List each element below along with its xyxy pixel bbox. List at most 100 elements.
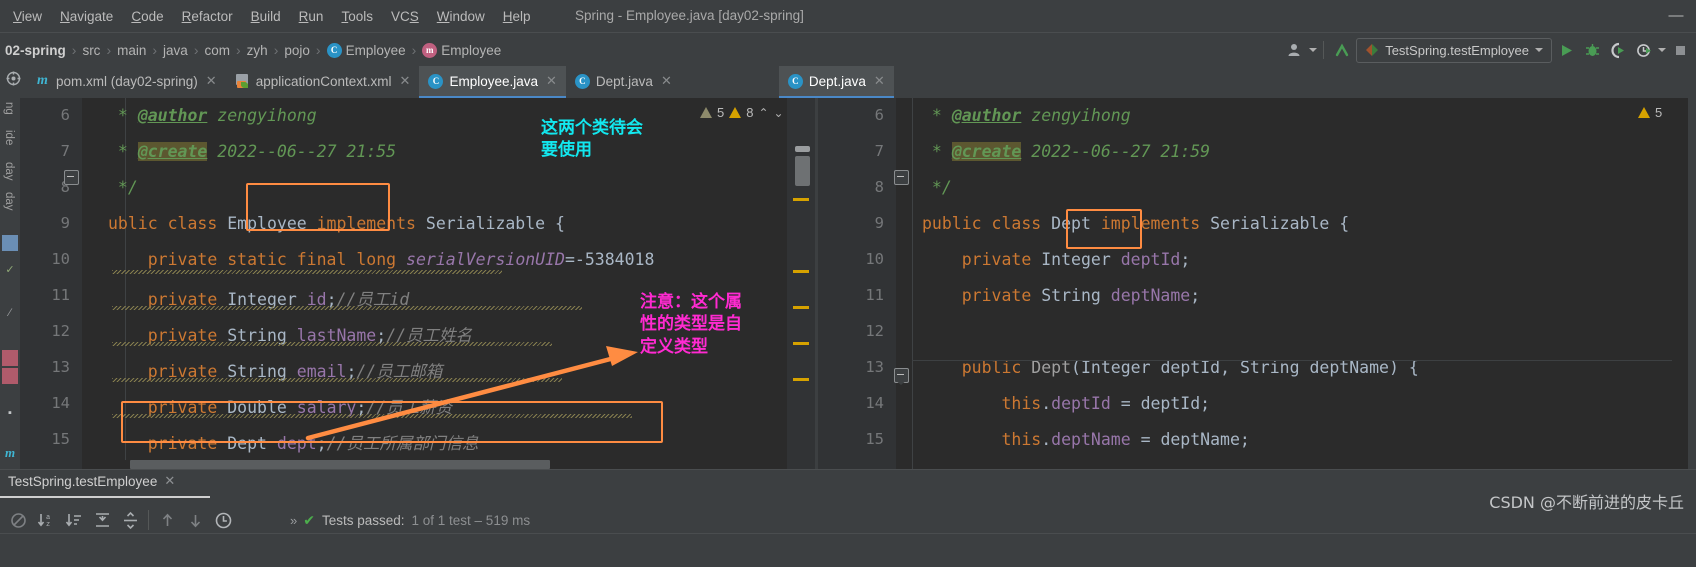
close-icon[interactable]: ✕: [874, 73, 885, 89]
tab-list[interactable]: m pom.xml (day02-spring) ✕ applicationConte…: [26, 66, 894, 98]
next-problem-icon[interactable]: ⌄: [774, 106, 784, 120]
user-icon[interactable]: [1283, 38, 1307, 62]
code-line[interactable]: private String deptName;: [922, 286, 1200, 305]
left-gutter[interactable]: [20, 98, 82, 469]
close-icon[interactable]: ✕: [164, 473, 175, 489]
warning-mark[interactable]: [793, 198, 809, 201]
menu-item-build[interactable]: Build: [242, 5, 290, 28]
menu-item-window[interactable]: Window: [428, 5, 494, 28]
menu-item-code[interactable]: Code: [122, 5, 172, 28]
close-icon[interactable]: ✕: [546, 73, 557, 89]
rerun-icon[interactable]: [4, 506, 32, 534]
expand-output-icon[interactable]: »: [290, 513, 297, 528]
inspection-widget-right[interactable]: 5: [1638, 105, 1662, 120]
tab-employee-java[interactable]: C Employee.java ✕: [419, 66, 566, 98]
close-icon[interactable]: ✕: [400, 73, 411, 89]
project-structure-icon[interactable]: [0, 66, 26, 90]
sort-alpha-icon[interactable]: a z: [32, 506, 60, 534]
breadcrumb-item-main[interactable]: main: [114, 43, 149, 58]
next-failed-icon[interactable]: [181, 506, 209, 534]
run-icon[interactable]: [1554, 38, 1578, 62]
right-scroll-gutter[interactable]: [1688, 98, 1696, 483]
debug-icon[interactable]: [1580, 38, 1604, 62]
fold-marker-comment[interactable]: [64, 170, 79, 185]
code-line[interactable]: this.deptName = deptName;: [922, 430, 1249, 449]
expand-all-icon[interactable]: [88, 506, 116, 534]
menu-item-navigate[interactable]: Navigate: [51, 5, 122, 28]
breadcrumb-item-java[interactable]: java: [160, 43, 191, 58]
fold-marker-comment[interactable]: [894, 170, 909, 185]
minimize-button[interactable]: —: [1666, 0, 1686, 32]
run-tab-testspring[interactable]: TestSpring.testEmployee ✕: [8, 473, 175, 489]
chevron-down-icon[interactable]: [1535, 48, 1543, 52]
close-icon[interactable]: ✕: [661, 73, 672, 89]
inspection-widget-left[interactable]: 5 8 ⌃ ⌄: [700, 105, 784, 120]
run-with-coverage-icon[interactable]: [1606, 38, 1630, 62]
left-analysis-strip[interactable]: [787, 98, 815, 469]
horizontal-scroll-thumb[interactable]: [130, 460, 550, 469]
editor-tab-bar[interactable]: m pom.xml (day02-spring) ✕ applicationConte…: [0, 66, 1696, 98]
scroll-thumb-body[interactable]: [795, 156, 810, 186]
scroll-thumb[interactable]: [795, 146, 810, 152]
run-toolbar[interactable]: a z: [0, 500, 1696, 540]
breadcrumb-item-employee[interactable]: C Employee: [324, 42, 409, 58]
run-configuration-selector[interactable]: TestSpring.testEmployee: [1356, 37, 1552, 63]
maven-strip-icon[interactable]: m: [2, 445, 18, 461]
code-line[interactable]: * @create 2022--06--27 21:59: [922, 142, 1210, 161]
breadcrumb-item-employee[interactable]: m Employee: [419, 42, 504, 58]
build-icon[interactable]: [1330, 38, 1354, 62]
profile-dropdown-caret[interactable]: [1658, 48, 1666, 52]
menu-item-tools[interactable]: Tools: [332, 5, 382, 28]
breadcrumb-separator: ›: [315, 42, 321, 58]
breadcrumb-item-src[interactable]: src: [79, 43, 103, 58]
warning-mark[interactable]: [793, 378, 809, 381]
tool-strip-label-2[interactable]: day: [3, 160, 15, 183]
warning-mark[interactable]: [793, 270, 809, 273]
tab-dept-java[interactable]: C Dept.java ✕: [778, 66, 894, 98]
code-line[interactable]: this.deptId = deptId;: [922, 394, 1210, 413]
code-line[interactable]: */: [108, 178, 138, 197]
code-line[interactable]: * @author zengyihong: [922, 106, 1131, 125]
run-tab-bar[interactable]: TestSpring.testEmployee ✕: [0, 470, 1696, 498]
menu-item-vcs[interactable]: VCS: [382, 5, 428, 28]
prev-failed-icon[interactable]: [153, 506, 181, 534]
right-gutter[interactable]: [818, 98, 896, 483]
breadcrumb-item-pojo[interactable]: pojo: [281, 43, 313, 58]
menu-item-run[interactable]: Run: [290, 5, 333, 28]
tool-strip-label-0[interactable]: ng: [3, 100, 15, 117]
menu-item-view[interactable]: View: [4, 5, 51, 28]
breadcrumb-item-02-spring[interactable]: 02-spring: [2, 43, 69, 58]
left-tool-strip[interactable]: ng ide day day ✓ ∕ ▪ m: [0, 98, 20, 483]
menu-item-refactor[interactable]: Refactor: [173, 5, 242, 28]
breadcrumb-item-com[interactable]: com: [201, 43, 233, 58]
collapse-all-icon[interactable]: [116, 506, 144, 534]
tab-dept-java[interactable]: C Dept.java ✕: [566, 66, 681, 98]
breadcrumb-item-zyh[interactable]: zyh: [244, 43, 271, 58]
sort-duration-icon[interactable]: [60, 506, 88, 534]
profile-icon[interactable]: [1632, 38, 1656, 62]
close-icon[interactable]: ✕: [206, 73, 217, 89]
fold-marker-constructor[interactable]: [894, 368, 909, 385]
menu-item-help[interactable]: Help: [494, 5, 540, 28]
code-line[interactable]: * @author zengyihong: [108, 106, 317, 125]
code-line[interactable]: * @create 2022--06--27 21:55: [108, 142, 396, 161]
code-line[interactable]: private Integer deptId;: [922, 250, 1191, 269]
warning-mark[interactable]: [793, 306, 809, 309]
main-menu[interactable]: View Navigate Code Refactor Build Run Tools VCS…: [0, 5, 540, 28]
breadcrumb[interactable]: 02-spring › src › main › java › com › zyh › pojo › C Em…: [0, 42, 504, 58]
tab-pom-xml-day02-spring-[interactable]: m pom.xml (day02-spring) ✕: [26, 66, 226, 98]
tab-applicationcontext-xml[interactable]: applicationContext.xml ✕: [226, 66, 420, 98]
weak-warning-icon: [700, 107, 712, 118]
prev-problem-icon[interactable]: ⌃: [758, 106, 768, 120]
user-dropdown-caret[interactable]: [1309, 48, 1318, 52]
code-line[interactable]: private static final long serialVersionU…: [108, 250, 655, 269]
warning-mark[interactable]: [793, 342, 809, 345]
stop-icon[interactable]: [1668, 38, 1692, 62]
horizontal-scrollbar[interactable]: [82, 460, 787, 469]
tool-strip-label-3[interactable]: day: [3, 190, 15, 213]
tool-strip-label-1[interactable]: ide: [3, 128, 15, 147]
history-icon[interactable]: [209, 506, 237, 534]
code-line[interactable]: */: [922, 178, 952, 197]
code-token: deptName: [1110, 286, 1191, 305]
editor-dept-java[interactable]: 6 * @author zengyihong 7 * @create 2022--…: [818, 98, 1696, 483]
